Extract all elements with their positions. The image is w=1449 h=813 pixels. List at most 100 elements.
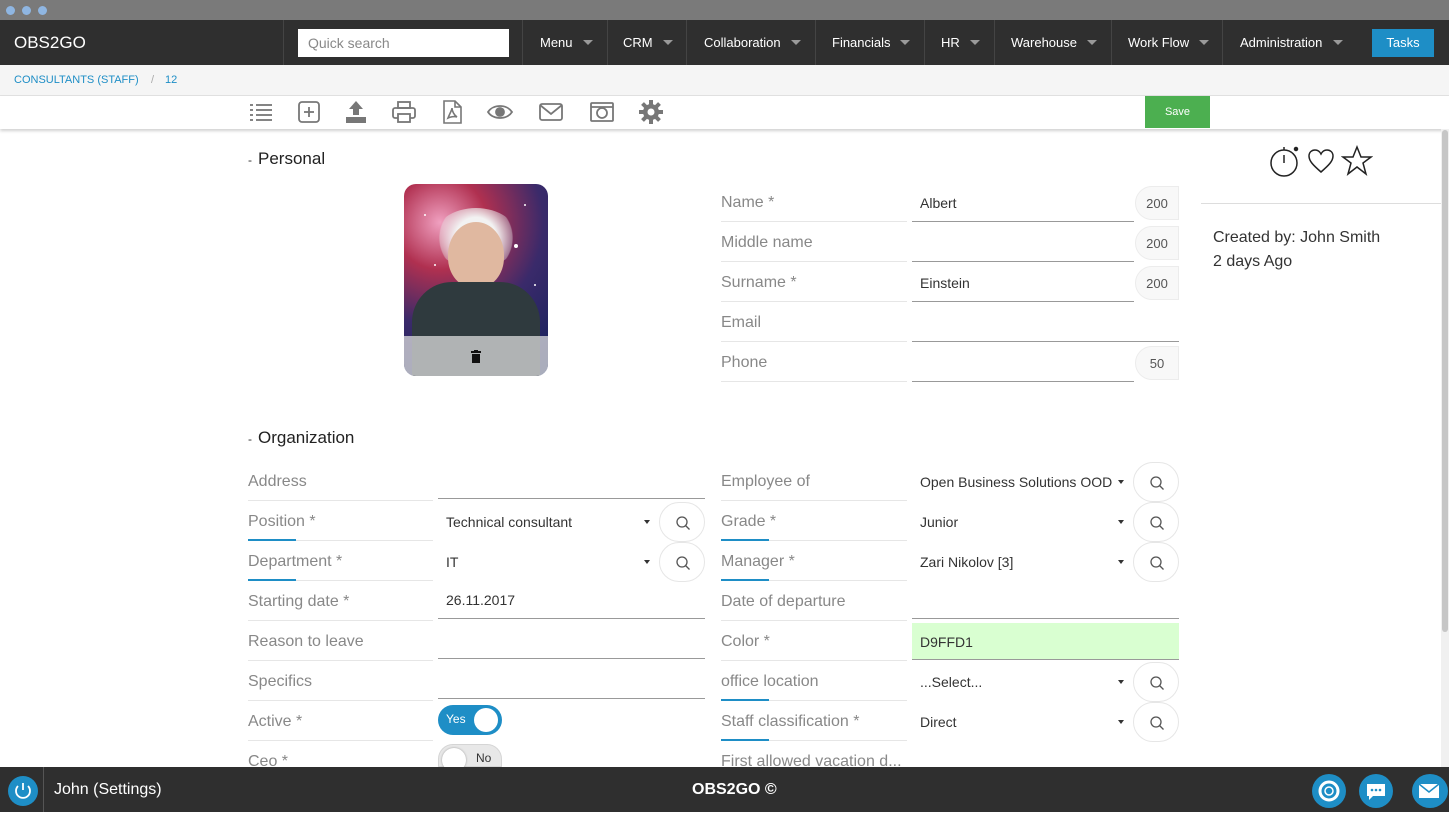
breadcrumb-separator: / (151, 74, 155, 86)
trash-icon[interactable] (471, 350, 481, 363)
chevron-down-icon (791, 40, 801, 45)
nav-financials[interactable]: Financials (815, 20, 925, 65)
first-vacation-label: First allowed vacation d... (721, 753, 902, 767)
starting-date-field[interactable]: 26.11.2017 (438, 581, 705, 619)
reason-to-leave-label: Reason to leave (248, 623, 433, 661)
print-icon[interactable] (391, 99, 417, 125)
breadcrumb-consultants[interactable]: CONSULTANTS (STAFF) (14, 74, 139, 86)
brand-logo[interactable]: OBS2GO (14, 33, 86, 53)
section-organization-title: Organization (258, 428, 355, 447)
created-ago: 2 days Ago (1213, 253, 1293, 270)
footer-bar: John (Settings) OBS2GO © (0, 767, 1449, 812)
employee-of-select[interactable]: Open Business Solutions OOD (912, 463, 1132, 501)
nav-warehouse-label: Warehouse (1011, 35, 1077, 50)
date-of-departure-field[interactable] (912, 581, 1179, 619)
ceo-label: Ceo * (248, 753, 289, 767)
email-field[interactable] (912, 304, 1179, 342)
search-icon (676, 516, 690, 530)
grade-select[interactable]: Junior (912, 503, 1132, 541)
department-lookup-button[interactable] (659, 542, 705, 582)
color-label: Color * (721, 623, 907, 661)
specifics-field[interactable] (438, 661, 705, 699)
chevron-down-icon (1118, 680, 1124, 684)
view-icon[interactable] (486, 99, 514, 125)
window-maximize-dot[interactable] (38, 6, 47, 15)
grade-label: Grade * (721, 503, 907, 541)
surname-field[interactable]: Einstein (912, 264, 1134, 302)
phone-label: Phone (721, 344, 907, 382)
nav-administration[interactable]: Administration (1222, 20, 1364, 65)
active-toggle-label: Yes (446, 712, 466, 726)
color-field[interactable]: D9FFD1 (912, 623, 1179, 660)
side-divider (1201, 203, 1441, 204)
save-button[interactable]: Save (1145, 96, 1210, 128)
pdf-icon[interactable] (439, 99, 465, 125)
navbar-divider (283, 20, 284, 65)
manager-select[interactable]: Zari Nikolov [3] (912, 543, 1132, 581)
list-icon[interactable] (248, 99, 274, 125)
position-select[interactable]: Technical consultant (438, 503, 658, 541)
reason-to-leave-field[interactable] (438, 621, 705, 659)
settings-icon[interactable] (638, 99, 664, 125)
support-icon[interactable] (1312, 774, 1346, 808)
chevron-down-icon (663, 40, 673, 45)
user-settings-link[interactable]: John (Settings) (54, 781, 162, 799)
quick-search-input[interactable] (298, 29, 509, 57)
name-field[interactable]: Albert (912, 184, 1134, 222)
ceo-toggle[interactable]: No (438, 744, 502, 772)
heart-icon[interactable] (1307, 148, 1335, 174)
add-icon[interactable] (296, 99, 322, 125)
manager-lookup-button[interactable] (1133, 542, 1179, 582)
employee-of-lookup-button[interactable] (1133, 462, 1179, 502)
nav-hr[interactable]: HR (924, 20, 995, 65)
upload-icon[interactable] (343, 99, 369, 125)
breadcrumb: CONSULTANTS (STAFF) / 12 (0, 65, 1449, 96)
section-organization-header[interactable]: - Organization (248, 428, 354, 448)
window-close-dot[interactable] (6, 6, 15, 15)
nav-menu[interactable]: Menu (522, 20, 608, 65)
power-icon[interactable] (8, 776, 38, 806)
chevron-down-icon (644, 560, 650, 564)
window-minimize-dot[interactable] (22, 6, 31, 15)
office-location-lookup-button[interactable] (1133, 662, 1179, 702)
position-lookup-button[interactable] (659, 502, 705, 542)
phone-field[interactable] (912, 344, 1134, 382)
middle-name-field[interactable] (912, 224, 1134, 262)
nav-crm[interactable]: CRM (607, 20, 687, 65)
address-field[interactable] (438, 461, 705, 499)
grade-lookup-button[interactable] (1133, 502, 1179, 542)
nav-collaboration[interactable]: Collaboration (686, 20, 816, 65)
mail-icon[interactable] (1412, 774, 1448, 808)
date-of-departure-label: Date of departure (721, 583, 907, 621)
chevron-down-icon (583, 40, 593, 45)
stopwatch-icon[interactable] (1268, 145, 1300, 178)
chat-icon[interactable] (1359, 774, 1393, 808)
nav-warehouse[interactable]: Warehouse (994, 20, 1112, 65)
toggle-knob (474, 708, 498, 732)
nav-collaboration-label: Collaboration (704, 35, 781, 50)
department-select[interactable]: IT (438, 543, 658, 581)
nav-hr-label: HR (941, 35, 960, 50)
scrollbar-thumb[interactable] (1442, 130, 1448, 632)
office-location-select[interactable]: ...Select... (912, 663, 1132, 701)
photo-icon[interactable] (589, 99, 615, 125)
tasks-button[interactable]: Tasks (1372, 29, 1434, 57)
star-icon[interactable] (1341, 145, 1373, 176)
staff-classification-select[interactable]: Direct (912, 703, 1132, 741)
chevron-down-icon (644, 520, 650, 524)
staff-classification-lookup-button[interactable] (1133, 702, 1179, 742)
avatar[interactable] (404, 184, 548, 376)
active-toggle[interactable]: Yes (438, 705, 502, 735)
chevron-down-icon (1118, 560, 1124, 564)
chevron-down-icon (970, 40, 980, 45)
email-icon[interactable] (538, 99, 564, 125)
breadcrumb-record-id[interactable]: 12 (165, 74, 177, 86)
chevron-down-icon (1118, 480, 1124, 484)
nav-workflow[interactable]: Work Flow (1111, 20, 1223, 65)
office-location-label: office location (721, 663, 907, 701)
section-personal-header[interactable]: - Personal (248, 149, 325, 169)
avatar-overlay (404, 336, 548, 376)
specifics-label: Specifics (248, 663, 433, 701)
top-navbar: OBS2GO Menu CRM Collaboration Financials… (0, 20, 1449, 65)
employee-of-label: Employee of (721, 463, 907, 501)
